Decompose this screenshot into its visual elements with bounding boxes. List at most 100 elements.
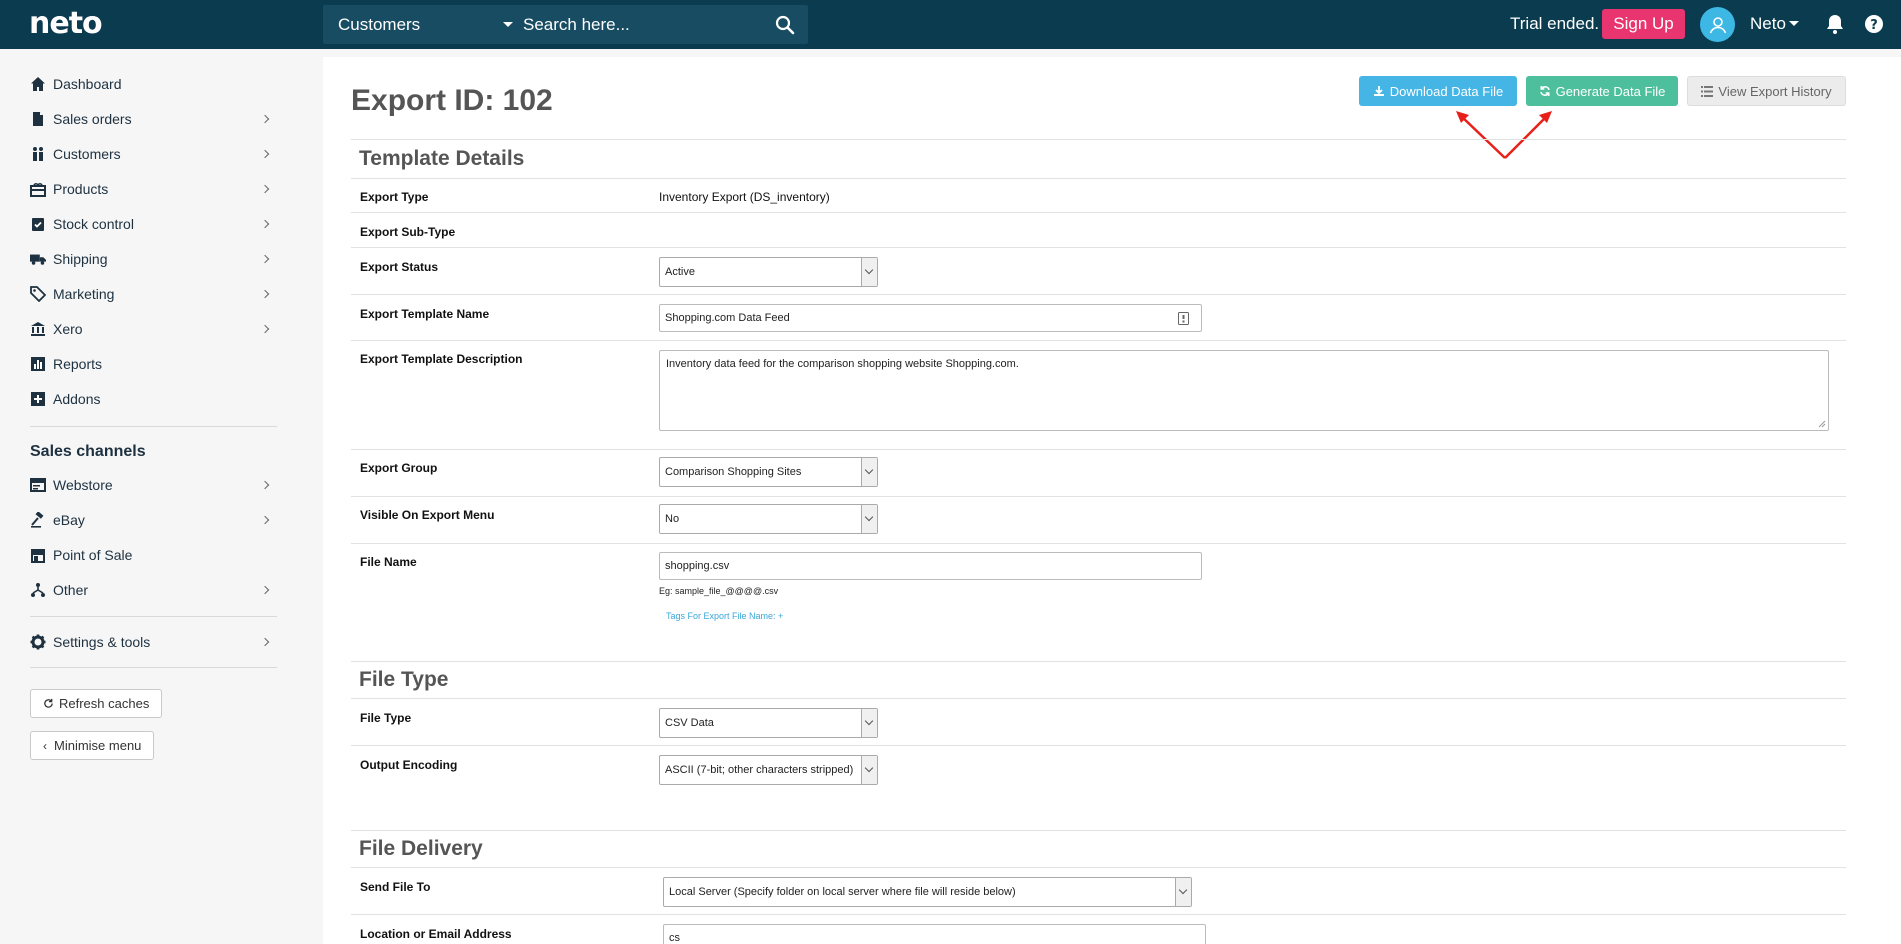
chevron-right-icon bbox=[260, 184, 270, 194]
export-group-value: Comparison Shopping Sites bbox=[665, 466, 802, 478]
visible-on-menu-value: No bbox=[665, 513, 680, 525]
send-file-to-value: Local Server (Specify folder on local se… bbox=[669, 886, 1016, 898]
user-menu[interactable]: Neto bbox=[1750, 14, 1786, 34]
chevron-right-icon bbox=[260, 637, 270, 647]
trial-status: Trial ended. bbox=[1510, 14, 1600, 33]
file-type-heading: File Type bbox=[359, 668, 449, 691]
export-group-select[interactable]: Comparison Shopping Sites bbox=[659, 457, 878, 487]
export-type-value: Inventory Export (DS_inventory) bbox=[659, 190, 830, 204]
global-search: Customers bbox=[323, 5, 808, 44]
main-panel bbox=[323, 57, 1901, 944]
sidebar-item-label: Webstore bbox=[53, 477, 113, 493]
annotation-arrows bbox=[1456, 111, 1552, 159]
download-data-file-label: Download Data File bbox=[1389, 83, 1504, 99]
caret-down-icon[interactable] bbox=[1789, 21, 1799, 26]
chevron-right-icon bbox=[260, 515, 270, 525]
sidebar-item-label: Stock control bbox=[53, 216, 134, 232]
file-name-value: shopping.csv bbox=[665, 560, 730, 572]
export-status-select[interactable]: Active bbox=[659, 257, 878, 287]
caret-down-icon bbox=[503, 22, 513, 27]
location-label: Location or Email Address bbox=[360, 927, 512, 941]
bank-icon bbox=[30, 321, 46, 337]
export-status-label: Export Status bbox=[360, 260, 439, 274]
sidebar-item-stock-control[interactable]: Stock control bbox=[30, 209, 270, 239]
send-file-to-label: Send File To bbox=[360, 880, 431, 894]
field-info-icon bbox=[1178, 312, 1189, 325]
resize-handle-icon[interactable] bbox=[1818, 420, 1826, 428]
sitemap-icon bbox=[30, 582, 46, 598]
generate-data-file-label: Generate Data File bbox=[1555, 83, 1666, 99]
sidebar-item-marketing[interactable]: Marketing bbox=[30, 279, 270, 309]
visible-on-menu-label: Visible On Export Menu bbox=[360, 508, 495, 522]
export-subtype-label: Export Sub-Type bbox=[360, 225, 456, 239]
search-input[interactable] bbox=[523, 5, 768, 44]
sidebar-item-reports[interactable]: Reports bbox=[30, 349, 270, 379]
user-avatar[interactable] bbox=[1700, 7, 1735, 42]
chevron-left-icon: ‹ bbox=[43, 738, 47, 753]
divider bbox=[351, 496, 1846, 497]
sidebar-item-point-of-sale[interactable]: Point of Sale bbox=[30, 540, 270, 570]
clipboard-check-icon bbox=[30, 216, 46, 232]
chevron-right-icon bbox=[260, 114, 270, 124]
bell-icon[interactable] bbox=[1824, 13, 1846, 35]
divider bbox=[351, 867, 1846, 868]
output-encoding-select[interactable]: ASCII (7-bit; other characters stripped) bbox=[659, 755, 878, 785]
sidebar-item-sales-orders[interactable]: Sales orders bbox=[30, 104, 270, 134]
divider bbox=[351, 698, 1846, 699]
location-input[interactable]: cs bbox=[663, 924, 1206, 944]
sidebar-item-shipping[interactable]: Shipping bbox=[30, 244, 270, 274]
template-name-input[interactable]: Shopping.com Data Feed bbox=[659, 304, 1202, 332]
file-delivery-heading: File Delivery bbox=[359, 837, 483, 860]
send-file-to-select[interactable]: Local Server (Specify folder on local se… bbox=[663, 877, 1192, 907]
sidebar-item-webstore[interactable]: Webstore bbox=[30, 470, 270, 500]
sidebar-item-dashboard[interactable]: Dashboard bbox=[30, 69, 270, 99]
sidebar-item-xero[interactable]: Xero bbox=[30, 314, 270, 344]
sidebar-item-ebay[interactable]: eBay bbox=[30, 505, 270, 535]
sidebar-item-label: Point of Sale bbox=[53, 547, 133, 563]
gear-icon bbox=[30, 634, 46, 650]
help-icon[interactable]: ? bbox=[1864, 14, 1884, 34]
chevron-down-icon bbox=[861, 458, 877, 486]
sidebar-item-label: Marketing bbox=[53, 286, 115, 302]
divider bbox=[351, 745, 1846, 746]
file-type-select[interactable]: CSV Data bbox=[659, 708, 878, 738]
view-export-history-button[interactable]: View Export History bbox=[1687, 76, 1846, 106]
refresh-caches-button[interactable]: Refresh caches bbox=[30, 689, 163, 718]
sidebar-item-label: Addons bbox=[53, 391, 101, 407]
neto-logo[interactable]: neto bbox=[29, 6, 103, 41]
divider bbox=[351, 294, 1846, 295]
search-scope-select[interactable]: Customers bbox=[323, 5, 519, 44]
divider bbox=[351, 914, 1846, 915]
refresh-icon bbox=[44, 698, 53, 708]
store-icon bbox=[30, 547, 46, 563]
chevron-down-icon bbox=[861, 756, 877, 784]
sidebar-item-addons[interactable]: Addons bbox=[30, 384, 270, 414]
tags-for-file-name-link[interactable]: Tags For Export File Name: + bbox=[666, 611, 783, 621]
truck-icon bbox=[30, 251, 46, 267]
template-name-label: Export Template Name bbox=[360, 307, 490, 321]
template-description-textarea[interactable]: Inventory data feed for the comparison s… bbox=[659, 350, 1829, 431]
visible-on-menu-select[interactable]: No bbox=[659, 504, 878, 534]
bar-chart-icon bbox=[30, 356, 46, 372]
sidebar-item-label: Customers bbox=[53, 146, 121, 162]
sidebar-item-other[interactable]: Other bbox=[30, 575, 270, 605]
download-icon bbox=[1373, 85, 1385, 97]
sidebar-item-products[interactable]: Products bbox=[30, 174, 270, 204]
svg-text:?: ? bbox=[1870, 18, 1878, 33]
sidebar-item-label: Shipping bbox=[53, 251, 108, 267]
file-icon bbox=[30, 111, 46, 127]
minimise-menu-button[interactable]: ‹ Minimise menu bbox=[30, 731, 155, 760]
sign-up-button[interactable]: Sign Up bbox=[1602, 9, 1685, 39]
sidebar-item-customers[interactable]: Customers bbox=[30, 139, 270, 169]
divider bbox=[351, 178, 1846, 179]
template-description-label: Export Template Description bbox=[360, 352, 523, 366]
sidebar-item-label: Dashboard bbox=[53, 76, 122, 92]
divider bbox=[351, 139, 1846, 140]
file-name-input[interactable]: shopping.csv bbox=[659, 552, 1202, 580]
divider bbox=[351, 340, 1846, 341]
plus-square-icon bbox=[30, 391, 46, 407]
sidebar-item-label: eBay bbox=[53, 512, 85, 528]
sidebar-item-settings[interactable]: Settings & tools bbox=[30, 627, 270, 657]
search-icon[interactable] bbox=[773, 13, 797, 37]
sidebar-item-label: Settings & tools bbox=[53, 634, 151, 650]
